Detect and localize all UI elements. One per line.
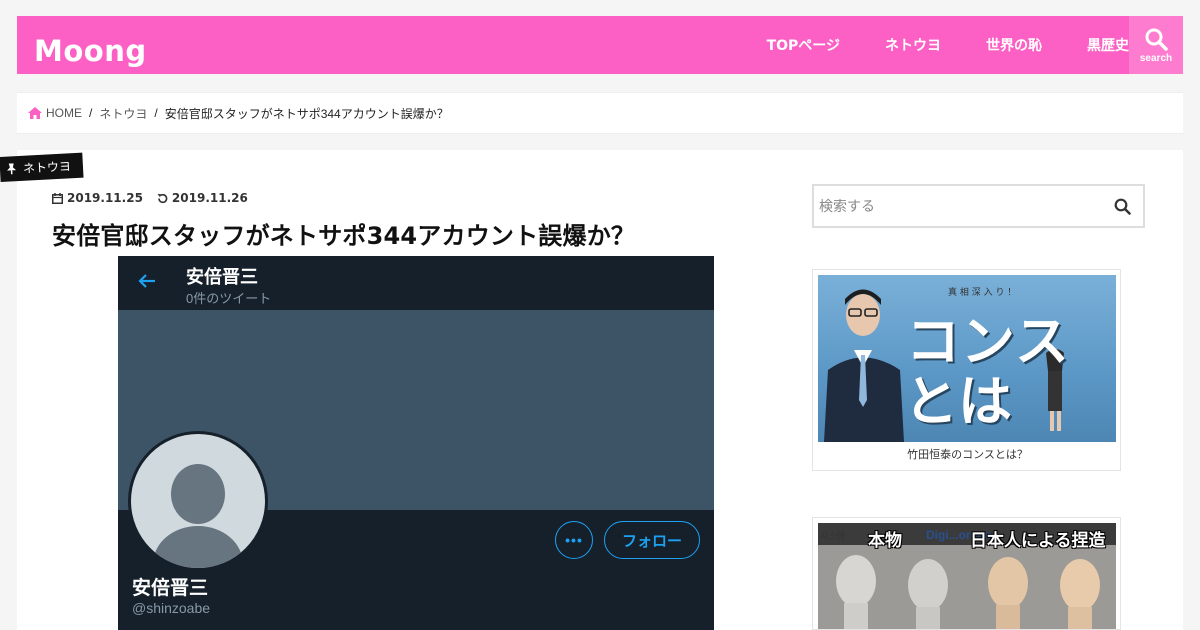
- back-arrow-icon: [138, 274, 155, 288]
- search-icon: [1145, 28, 1168, 51]
- twitter-avatar: [128, 431, 268, 571]
- category-tag-label: ネトウヨ: [22, 159, 72, 176]
- refresh-icon: [157, 193, 168, 203]
- konsu-thumbnail[interactable]: 真 相 深 入 り ！ コンス とは: [818, 275, 1116, 442]
- nav-item-top[interactable]: TOPページ: [767, 35, 840, 55]
- updated-date: 2019.11.26: [171, 191, 248, 205]
- sidebar-widget-konsu[interactable]: 真 相 深 入 り ！ コンス とは 竹田恒泰のコンスとは？: [812, 269, 1121, 471]
- search-icon[interactable]: [1114, 198, 1131, 215]
- breadcrumb-separator: /: [154, 106, 158, 120]
- pin-icon: [7, 163, 17, 175]
- breadcrumb-home[interactable]: HOME: [46, 106, 82, 120]
- breadcrumb: HOME / ネトウヨ / 安倍官邸スタッフがネトサポ344アカウント誤爆か？: [17, 92, 1183, 134]
- twitter-header-name: 安倍晋三: [186, 267, 258, 287]
- published-date: 2019.11.25: [67, 191, 143, 205]
- nav-item-netouyo[interactable]: ネトウヨ: [885, 35, 941, 55]
- article-image-twitter-profile: 安倍晋三 0件のツイート ••• フォロー 安倍晋三 @shinzoabe: [118, 256, 714, 630]
- default-avatar-icon: [153, 464, 243, 568]
- sidebar-search-box: [812, 184, 1145, 228]
- konsu-caption[interactable]: 竹田恒泰のコンスとは？: [813, 446, 1122, 462]
- twitter-follow-button: フォロー: [604, 521, 700, 559]
- header-search-button[interactable]: search: [1129, 16, 1183, 74]
- sidebar-widget-mannequins[interactable]: 시스템 Digi...orean 本物 日本人による捏造: [812, 517, 1121, 630]
- nav-item-kurorekishi[interactable]: 黒歴史: [1087, 35, 1129, 55]
- twitter-more-button: •••: [555, 521, 593, 559]
- breadcrumb-category[interactable]: ネトウヨ: [99, 105, 147, 122]
- konsu-big-text-2: とは: [904, 370, 1012, 433]
- twitter-handle: @shinzoabe: [132, 600, 211, 616]
- mannequin-label-fake: 日本人による捏造: [970, 531, 1106, 550]
- nav-item-sekai-no-haji[interactable]: 世界の恥: [986, 35, 1042, 55]
- breadcrumb-separator: /: [89, 106, 93, 120]
- twitter-profile-name: 安倍晋三: [132, 578, 209, 599]
- mannequin-label-real: 本物: [868, 531, 902, 550]
- site-header: Moong TOPページ ネトウヨ 世界の恥 黒歴史 search: [17, 16, 1183, 74]
- sidebar-search-input[interactable]: [814, 186, 1099, 226]
- calendar-icon: [52, 192, 63, 204]
- article-title: 安倍官邸スタッフがネトサポ344アカウント誤爆か？: [52, 222, 636, 250]
- site-logo[interactable]: Moong: [34, 34, 147, 68]
- main-nav: TOPページ ネトウヨ 世界の恥 黒歴史: [722, 16, 1129, 74]
- twitter-tweet-count: 0件のツイート: [186, 291, 272, 306]
- breadcrumb-current: 安倍官邸スタッフがネトサポ344アカウント誤爆か？: [164, 106, 449, 121]
- search-label: search: [1139, 52, 1173, 64]
- post-dates: 2019.11.25 2019.11.26: [52, 191, 262, 205]
- mannequin-small-text: 시스템: [820, 531, 845, 541]
- home-icon: [28, 107, 42, 119]
- mannequin-thumbnail[interactable]: 시스템 Digi...orean 本物 日本人による捏造: [818, 523, 1116, 629]
- category-tag[interactable]: ネトウヨ: [0, 152, 84, 182]
